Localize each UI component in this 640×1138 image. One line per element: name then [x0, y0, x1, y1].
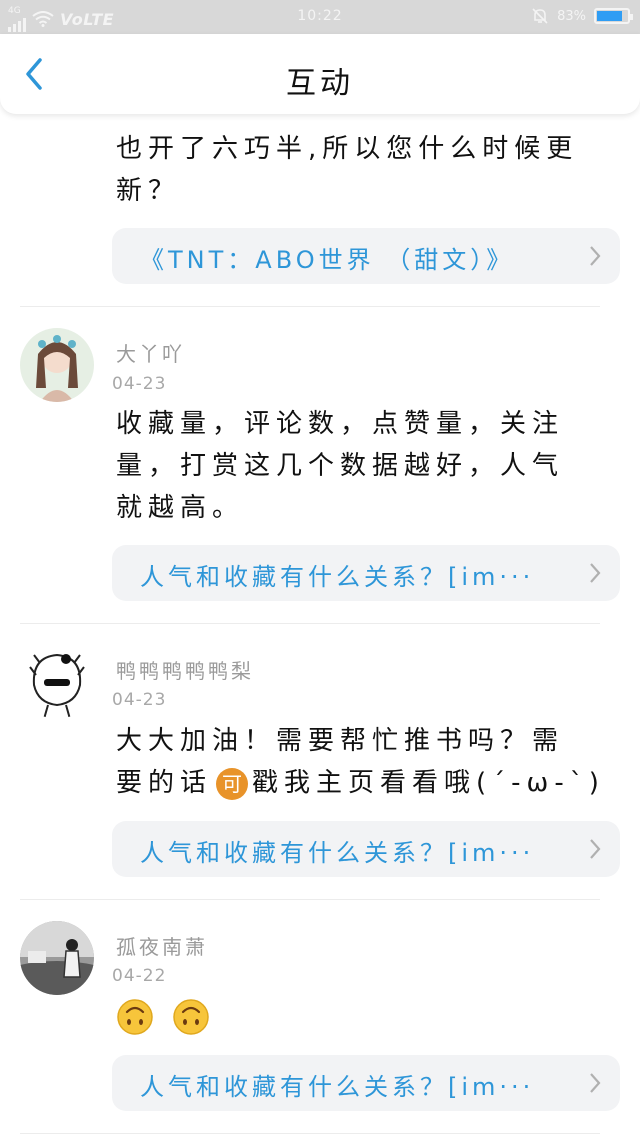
upside-down-face-icon — [117, 999, 153, 1035]
mute-bell-icon — [532, 8, 548, 24]
ke-emoji-icon: 可 — [216, 767, 249, 800]
status-bar: 4G VoLTE 10:22 83% — [0, 0, 640, 34]
divider — [20, 623, 600, 624]
avatar[interactable] — [20, 645, 94, 719]
divider — [20, 899, 600, 900]
chevron-right-icon — [590, 563, 601, 583]
page-title: 互动 — [286, 66, 354, 101]
comment-line: 就越高。 — [116, 493, 245, 523]
comment-line: 新？ — [116, 176, 181, 206]
divider — [20, 306, 600, 307]
avatar[interactable] — [20, 328, 94, 402]
comment-text: 大大加油！需要帮忙推书吗？需 要的话可戳我主页看看哦(´-ω-`) — [116, 720, 602, 804]
battery-percent: 83% — [557, 8, 586, 24]
upside-down-face-icon — [173, 999, 209, 1035]
comment-line: 要的话可戳我主页看看哦(´-ω-`) — [116, 762, 602, 804]
book-link-card[interactable]: 《TNT：ABO世界 （甜文）》 — [112, 228, 620, 284]
comment-fragment: 要的话 — [116, 768, 213, 798]
avatar-image — [20, 645, 94, 719]
battery-fill — [597, 11, 622, 21]
book-link-title: 《TNT：ABO世界 （甜文）》 — [140, 246, 515, 274]
chevron-right-icon — [590, 839, 601, 859]
comment-text: 收藏量，评论数，点赞量，关注 量，打赏这几个数据越好，人气 就越高。 — [116, 403, 602, 529]
comment-date: 04-23 — [112, 374, 167, 394]
book-link-title: 人气和收藏有什么关系？[im··· — [140, 563, 535, 591]
book-link-title: 人气和收藏有什么关系？[im··· — [140, 1073, 535, 1101]
book-link-card[interactable]: 人气和收藏有什么关系？[im··· — [112, 1055, 620, 1111]
avatar-image — [20, 921, 94, 995]
book-link-title: 人气和收藏有什么关系？[im··· — [140, 839, 535, 867]
avatar-image — [20, 328, 94, 402]
book-link-card[interactable]: 人气和收藏有什么关系？[im··· — [112, 545, 620, 601]
username[interactable]: 大丫吖 — [116, 338, 185, 367]
status-right: 83% — [531, 7, 633, 25]
header-bar: 互动 — [0, 34, 640, 114]
battery-icon — [594, 8, 633, 24]
comment-date: 04-23 — [112, 690, 167, 710]
avatar[interactable] — [20, 921, 94, 995]
chevron-right-icon — [590, 1073, 601, 1093]
username[interactable]: 孤夜南萧 — [116, 931, 208, 960]
comment-fragment: 戳我主页看看哦(´-ω-`) — [252, 768, 605, 798]
username[interactable]: 鸭鸭鸭鸭鸭梨 — [116, 655, 254, 684]
comment-date: 04-22 — [112, 966, 167, 986]
divider — [20, 1133, 600, 1134]
comment-text: 也开了六巧半,所以您什么时候更 新？ — [116, 128, 602, 212]
comment-line: 大大加油！需要帮忙推书吗？需 — [116, 726, 565, 756]
comment-line: 量，打赏这几个数据越好，人气 — [116, 451, 565, 481]
chevron-right-icon — [590, 246, 601, 266]
book-link-card[interactable]: 人气和收藏有什么关系？[im··· — [112, 821, 620, 877]
comment-line: 也开了六巧半,所以您什么时候更 — [116, 134, 579, 164]
comment-line: 收藏量，评论数，点赞量，关注 — [116, 409, 565, 439]
emoji-row — [116, 998, 210, 1036]
